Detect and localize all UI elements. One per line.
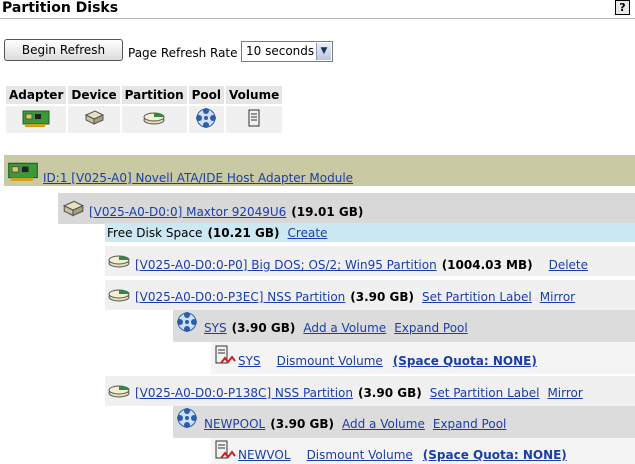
- partition-size: (3.90 GB): [357, 386, 422, 400]
- mirror-link[interactable]: Mirror: [540, 290, 575, 304]
- volume-row: SYS Dismount Volume (Space Quota: NONE): [211, 342, 635, 374]
- pool-icon[interactable]: [176, 407, 198, 429]
- pool-size: (3.90 GB): [231, 321, 296, 335]
- partition-icon[interactable]: [107, 383, 131, 399]
- legend-adapter-cell: [6, 106, 67, 133]
- partition-icon[interactable]: [107, 253, 131, 269]
- volume-link[interactable]: SYS: [238, 354, 261, 368]
- free-space-size: (10.21 GB): [207, 225, 280, 240]
- adapter-icon: [22, 110, 50, 127]
- partition-size: (3.90 GB): [350, 290, 415, 304]
- volume-icon[interactable]: [213, 345, 237, 367]
- partition-link[interactable]: [V025-A0-D0:0-P0] Big DOS; OS/2; Win95 P…: [135, 258, 437, 272]
- page-title: Partition Disks: [2, 0, 119, 16]
- expand-pool-link[interactable]: Expand Pool: [433, 417, 507, 431]
- legend-device-cell: [68, 106, 120, 133]
- legend-adapter-label: Adapter: [6, 86, 67, 104]
- volume-icon: [248, 109, 260, 127]
- device-row: [V025-A0-D0:0] Maxtor 92049U6 (19.01 GB): [58, 193, 635, 224]
- add-volume-link[interactable]: Add a Volume: [303, 321, 386, 335]
- add-volume-link[interactable]: Add a Volume: [342, 417, 425, 431]
- partition-icon[interactable]: [107, 287, 131, 303]
- device-link[interactable]: [V025-A0-D0:0] Maxtor 92049U6: [89, 205, 286, 219]
- legend-partition-label: Partition: [121, 86, 187, 104]
- pool-link[interactable]: NEWPOOL: [204, 417, 265, 431]
- create-link[interactable]: Create: [288, 226, 328, 240]
- refresh-rate-select[interactable]: 10 seconds ▼: [241, 41, 333, 62]
- free-space-label: Free Disk Space: [107, 225, 203, 240]
- chevron-down-icon[interactable]: ▼: [316, 43, 331, 60]
- set-partition-label-link[interactable]: Set Partition Label: [430, 386, 540, 400]
- volume-icon[interactable]: [213, 440, 237, 462]
- free-space-row: Free Disk Space (10.21 GB) Create: [105, 223, 635, 242]
- legend-pool-cell: [188, 106, 225, 133]
- legend-partition-cell: [121, 106, 187, 133]
- legend-pool-label: Pool: [188, 86, 225, 104]
- partition-row: [V025-A0-D0:0-P138C] NSS Partition (3.90…: [105, 376, 635, 406]
- set-partition-label-link[interactable]: Set Partition Label: [422, 290, 532, 304]
- pool-row: SYS (3.90 GB) Add a Volume Expand Pool: [173, 310, 635, 342]
- title-divider: [0, 18, 635, 19]
- pool-row: NEWPOOL (3.90 GB) Add a Volume Expand Po…: [173, 406, 635, 438]
- dismount-volume-link[interactable]: Dismount Volume: [277, 354, 383, 368]
- pool-link[interactable]: SYS: [204, 321, 227, 335]
- partition-link[interactable]: [V025-A0-D0:0-P138C] NSS Partition: [135, 386, 353, 400]
- pool-icon: [196, 108, 217, 128]
- device-size: (19.01 GB): [291, 204, 364, 219]
- partition-link[interactable]: [V025-A0-D0:0-P3EC] NSS Partition: [135, 290, 345, 304]
- space-quota-link[interactable]: (Space Quota: NONE): [393, 354, 537, 368]
- adapter-icon[interactable]: [7, 160, 39, 182]
- icon-legend: Adapter Device Partition Pool Volume: [4, 84, 284, 135]
- partition-icon: [143, 112, 165, 125]
- volume-row: NEWVOL Dismount Volume (Space Quota: NON…: [211, 438, 635, 464]
- mirror-link[interactable]: Mirror: [547, 386, 582, 400]
- refresh-rate-label: Page Refresh Rate: [128, 46, 238, 60]
- refresh-rate-value: 10 seconds: [246, 44, 315, 58]
- dismount-volume-link[interactable]: Dismount Volume: [307, 448, 413, 462]
- delete-link[interactable]: Delete: [549, 258, 588, 272]
- pool-icon[interactable]: [176, 311, 198, 333]
- disk-drive-icon[interactable]: [61, 199, 85, 219]
- partition-row: [V025-A0-D0:0-P3EC] NSS Partition (3.90 …: [105, 280, 635, 310]
- partition-size: (1004.03 MB): [441, 258, 533, 272]
- partition-row: [V025-A0-D0:0-P0] Big DOS; OS/2; Win95 P…: [105, 246, 635, 276]
- disk-drive-icon: [84, 110, 105, 125]
- expand-pool-link[interactable]: Expand Pool: [394, 321, 468, 335]
- adapter-link[interactable]: ID:1 [V025-A0] Novell ATA/IDE Host Adapt…: [43, 171, 353, 185]
- legend-volume-cell: [226, 106, 283, 133]
- legend-volume-label: Volume: [226, 86, 283, 104]
- pool-size: (3.90 GB): [270, 417, 334, 431]
- volume-link[interactable]: NEWVOL: [238, 448, 291, 462]
- help-button[interactable]: ?: [615, 0, 630, 15]
- space-quota-link[interactable]: (Space Quota: NONE): [423, 448, 567, 462]
- legend-device-label: Device: [68, 86, 120, 104]
- begin-refresh-button[interactable]: Begin Refresh: [4, 39, 123, 61]
- adapter-row: ID:1 [V025-A0] Novell ATA/IDE Host Adapt…: [4, 155, 635, 186]
